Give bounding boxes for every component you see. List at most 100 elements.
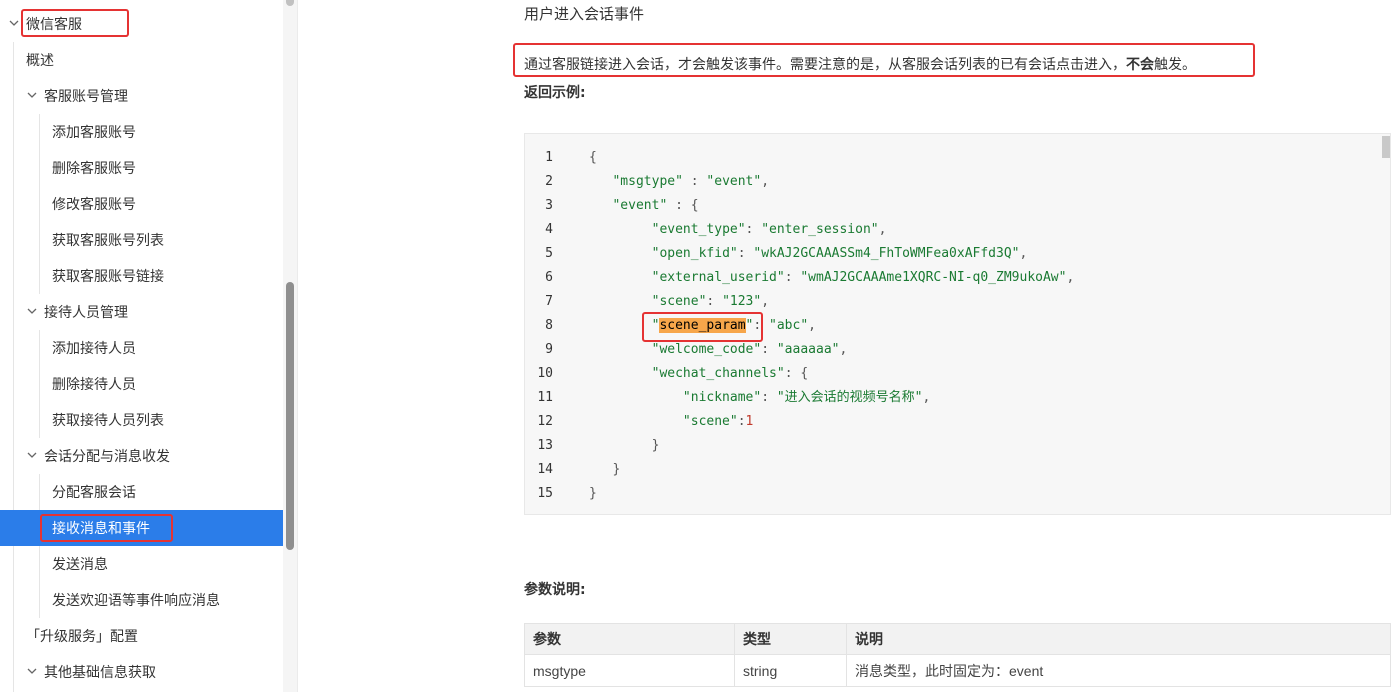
code-line: 7 "scene": "123", [525, 290, 1385, 314]
description-text-end: 触发。 [1154, 57, 1196, 73]
code-block: 1{ 2 "msgtype" : "event", 3 "event" : { … [524, 133, 1391, 515]
line-number: 1 [545, 150, 553, 165]
code-line: 11 "nickname": "进入会话的视频号名称", [525, 386, 1385, 410]
code-line: 8 "scene_param": "abc", [525, 314, 1385, 338]
chevron-down-icon [26, 306, 38, 319]
sidebar-item-send-welcome-msg[interactable]: 发送欢迎语等事件响应消息 [0, 582, 283, 618]
sidebar-item-label: 客服账号管理 [44, 89, 128, 105]
table-row: msgtype string 消息类型，此时固定为：event [524, 654, 1391, 687]
sidebar-item-label: 发送消息 [52, 557, 108, 573]
sidebar-item-label: 微信客服 [26, 17, 82, 33]
code-line: 15} [525, 482, 1385, 506]
chevron-down-icon [26, 90, 38, 103]
sidebar-item-label: 发送欢迎语等事件响应消息 [52, 593, 220, 609]
sidebar-item-send-msg[interactable]: 发送消息 [0, 546, 283, 582]
line-number: 7 [545, 294, 553, 309]
main-content: 用户进入会话事件 通过客服链接进入会话，才会触发该事件。需要注意的是，从客服会话… [298, 0, 1391, 692]
code-line: 3 "event" : { [525, 194, 1385, 218]
line-number: 6 [545, 270, 553, 285]
code-line: 12 "scene":1 [525, 410, 1385, 434]
column-header-desc: 说明 [846, 623, 1391, 655]
line-number: 10 [537, 366, 553, 381]
code-value: "abc" [769, 318, 809, 333]
section-title: 用户进入会话事件 [524, 5, 645, 23]
code-line: 9 "welcome_code": "aaaaaa", [525, 338, 1385, 362]
chevron-down-icon [8, 18, 20, 31]
sidebar-item-label: 概述 [26, 53, 54, 69]
code-value: "进入会话的视频号名称" [776, 390, 923, 405]
params-heading: 参数说明: [524, 582, 586, 598]
sidebar-item-list-servicer[interactable]: 获取接待人员列表 [0, 402, 283, 438]
code-line: 1{ [525, 146, 1385, 170]
code-value: "event" [706, 174, 762, 189]
code-key: "welcome_code" [651, 342, 762, 357]
sidebar-scrollbar-thumb[interactable] [286, 282, 294, 550]
code-key: "scene" [651, 294, 707, 309]
line-number: 14 [537, 462, 553, 477]
sidebar-item-label: 「升级服务」配置 [26, 629, 138, 645]
line-number: 8 [545, 318, 553, 333]
sidebar-item-label: 添加接待人员 [52, 341, 136, 357]
sidebar-item-wechat-kf[interactable]: 微信客服 [0, 6, 283, 42]
sidebar-item-overview[interactable]: 概述 [0, 42, 283, 78]
code-line: 2 "msgtype" : "event", [525, 170, 1385, 194]
code-line: 6 "external_userid": "wmAJ2GCAAAme1XQRC-… [525, 266, 1385, 290]
code-key-highlighted: scene_param [659, 318, 746, 333]
code-key: "event" [612, 198, 668, 213]
code-value: "wkAJ2GCAAASSm4_FhToWMFea0xAFfd3Q" [753, 246, 1020, 261]
sidebar-item-edit-kf-account[interactable]: 修改客服账号 [0, 186, 283, 222]
sidebar-item-label: 接收消息和事件 [52, 521, 150, 537]
line-number: 4 [545, 222, 553, 237]
code-key: "scene" [682, 414, 738, 429]
column-header-type: 类型 [734, 623, 847, 655]
line-number: 13 [537, 438, 553, 453]
table-cell: string [734, 654, 847, 687]
sidebar-item-label: 分配客服会话 [52, 485, 136, 501]
line-number: 2 [545, 174, 553, 189]
sidebar-item-kf-account-link[interactable]: 获取客服账号链接 [0, 258, 283, 294]
example-heading: 返回示例: [524, 85, 586, 101]
code-value: "wmAJ2GCAAAme1XQRC-NI-q0_ZM9ukoAw" [800, 270, 1067, 285]
code-key: "event_type" [651, 222, 746, 237]
chevron-down-icon [26, 666, 38, 679]
code-line: 5 "open_kfid": "wkAJ2GCAAASSm4_FhToWMFea… [525, 242, 1385, 266]
sidebar-item-add-servicer[interactable]: 添加接待人员 [0, 330, 283, 366]
code-key: "external_userid" [651, 270, 785, 285]
code-line: 4 "event_type": "enter_session", [525, 218, 1385, 242]
line-number: 15 [537, 486, 553, 501]
line-number: 11 [537, 390, 553, 405]
description-text: 通过客服链接进入会话，才会触发该事件。需要注意的是，从客服会话列表的已有会话点击… [524, 57, 1126, 73]
code-line: 14 } [525, 458, 1385, 482]
code-value: "123" [722, 294, 762, 309]
description-emphasis: 不会 [1126, 57, 1154, 73]
sidebar-item-label: 获取客服账号链接 [52, 269, 164, 285]
sidebar-item-label: 会话分配与消息收发 [44, 449, 170, 465]
code-key: "nickname" [682, 390, 762, 405]
sidebar-item-delete-kf-account[interactable]: 删除客服账号 [0, 150, 283, 186]
sidebar-nav: 微信客服 概述 客服账号管理 添加客服账号 删除客服账号 修改客服账号 获取客服… [0, 0, 283, 692]
line-number: 12 [537, 414, 553, 429]
sidebar-item-list-kf-account[interactable]: 获取客服账号列表 [0, 222, 283, 258]
code-key: "msgtype" [612, 174, 683, 189]
sidebar-item-receive-msg-event[interactable]: 接收消息和事件 [0, 510, 283, 546]
sidebar-item-assign-session[interactable]: 分配客服会话 [0, 474, 283, 510]
sidebar-item-session-msg[interactable]: 会话分配与消息收发 [0, 438, 283, 474]
table-cell: msgtype [524, 654, 735, 687]
sidebar-item-label: 获取客服账号列表 [52, 233, 164, 249]
sidebar-item-label: 删除客服账号 [52, 161, 136, 177]
line-number: 3 [545, 198, 553, 213]
sidebar-item-label: 添加客服账号 [52, 125, 136, 141]
table-cell: 消息类型，此时固定为：event [846, 654, 1391, 687]
sidebar-item-kf-account-mgmt[interactable]: 客服账号管理 [0, 78, 283, 114]
sidebar-item-delete-servicer[interactable]: 删除接待人员 [0, 366, 283, 402]
sidebar-item-servicer-mgmt[interactable]: 接待人员管理 [0, 294, 283, 330]
code-number: 1 [745, 414, 754, 429]
sidebar-item-label: 接待人员管理 [44, 305, 128, 321]
sidebar-item-other-info[interactable]: 其他基础信息获取 [0, 654, 283, 690]
code-value: "enter_session" [761, 222, 879, 237]
sidebar-item-add-kf-account[interactable]: 添加客服账号 [0, 114, 283, 150]
line-number: 9 [545, 342, 553, 357]
code-line: 10 "wechat_channels": { [525, 362, 1385, 386]
sidebar-item-label: 删除接待人员 [52, 377, 136, 393]
sidebar-item-upgrade-service[interactable]: 「升级服务」配置 [0, 618, 283, 654]
